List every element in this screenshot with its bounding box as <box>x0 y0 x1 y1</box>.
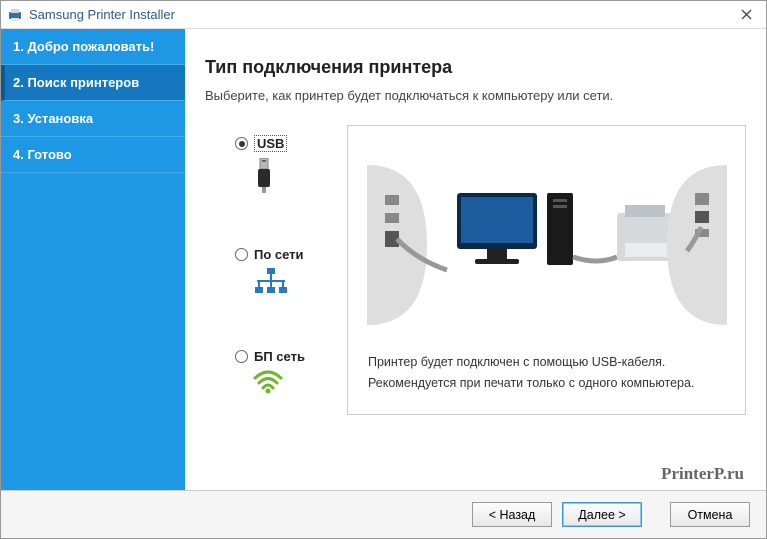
sidebar: 1. Добро пожаловать! 2. Поиск принтеров … <box>1 29 185 490</box>
preview-image <box>364 142 729 348</box>
installer-window: Samsung Printer Installer 1. Добро пожал… <box>0 0 767 539</box>
sidebar-step-install[interactable]: 3. Установка <box>1 101 185 137</box>
back-button-label: < Назад <box>489 508 536 522</box>
window-title: Samsung Printer Installer <box>29 7 726 22</box>
step-label: 4. Готово <box>13 147 72 162</box>
option-usb-label: USB <box>254 135 287 152</box>
radio-wireless[interactable] <box>235 350 248 363</box>
back-button[interactable]: < Назад <box>472 502 552 527</box>
usb-icon <box>253 158 275 197</box>
sidebar-step-done[interactable]: 4. Готово <box>1 137 185 173</box>
options-row: USB По сети <box>205 125 746 415</box>
option-wireless-label: БП сеть <box>254 349 305 364</box>
titlebar: Samsung Printer Installer <box>1 1 766 29</box>
cancel-button-label: Отмена <box>688 508 733 522</box>
step-label: 3. Установка <box>13 111 93 126</box>
option-network[interactable]: По сети <box>235 247 335 299</box>
sidebar-step-welcome[interactable]: 1. Добро пожаловать! <box>1 29 185 65</box>
preview-panel: Принтер будет подключен с помощью USB-ка… <box>347 125 746 415</box>
option-usb[interactable]: USB <box>235 135 335 197</box>
body: 1. Добро пожаловать! 2. Поиск принтеров … <box>1 29 766 490</box>
preview-description: Принтер будет подключен с помощью USB-ка… <box>364 348 729 399</box>
sidebar-step-search[interactable]: 2. Поиск принтеров <box>1 65 185 101</box>
close-icon[interactable] <box>726 1 766 28</box>
network-icon <box>253 268 289 299</box>
content-pane: Тип подключения принтера Выберите, как п… <box>185 29 766 490</box>
option-network-label: По сети <box>254 247 304 262</box>
watermark: PrinterP.ru <box>661 464 744 484</box>
connection-options: USB По сети <box>205 125 335 397</box>
cancel-button[interactable]: Отмена <box>670 502 750 527</box>
preview-line-1: Принтер будет подключен с помощью USB-ка… <box>368 352 725 373</box>
next-button-label: Далее > <box>578 508 625 522</box>
page-heading: Тип подключения принтера <box>205 57 746 78</box>
radio-usb[interactable] <box>235 137 248 150</box>
step-label: 2. Поиск принтеров <box>13 75 139 90</box>
step-label: 1. Добро пожаловать! <box>13 39 154 54</box>
option-wireless[interactable]: БП сеть <box>235 349 335 397</box>
app-icon <box>7 7 23 23</box>
footer: < Назад Далее > Отмена <box>1 490 766 538</box>
preview-line-2: Рекомендуется при печати только с одного… <box>368 373 725 394</box>
next-button[interactable]: Далее > <box>562 502 642 527</box>
wifi-icon <box>253 370 283 397</box>
radio-network[interactable] <box>235 248 248 261</box>
page-subheading: Выберите, как принтер будет подключаться… <box>205 88 746 103</box>
